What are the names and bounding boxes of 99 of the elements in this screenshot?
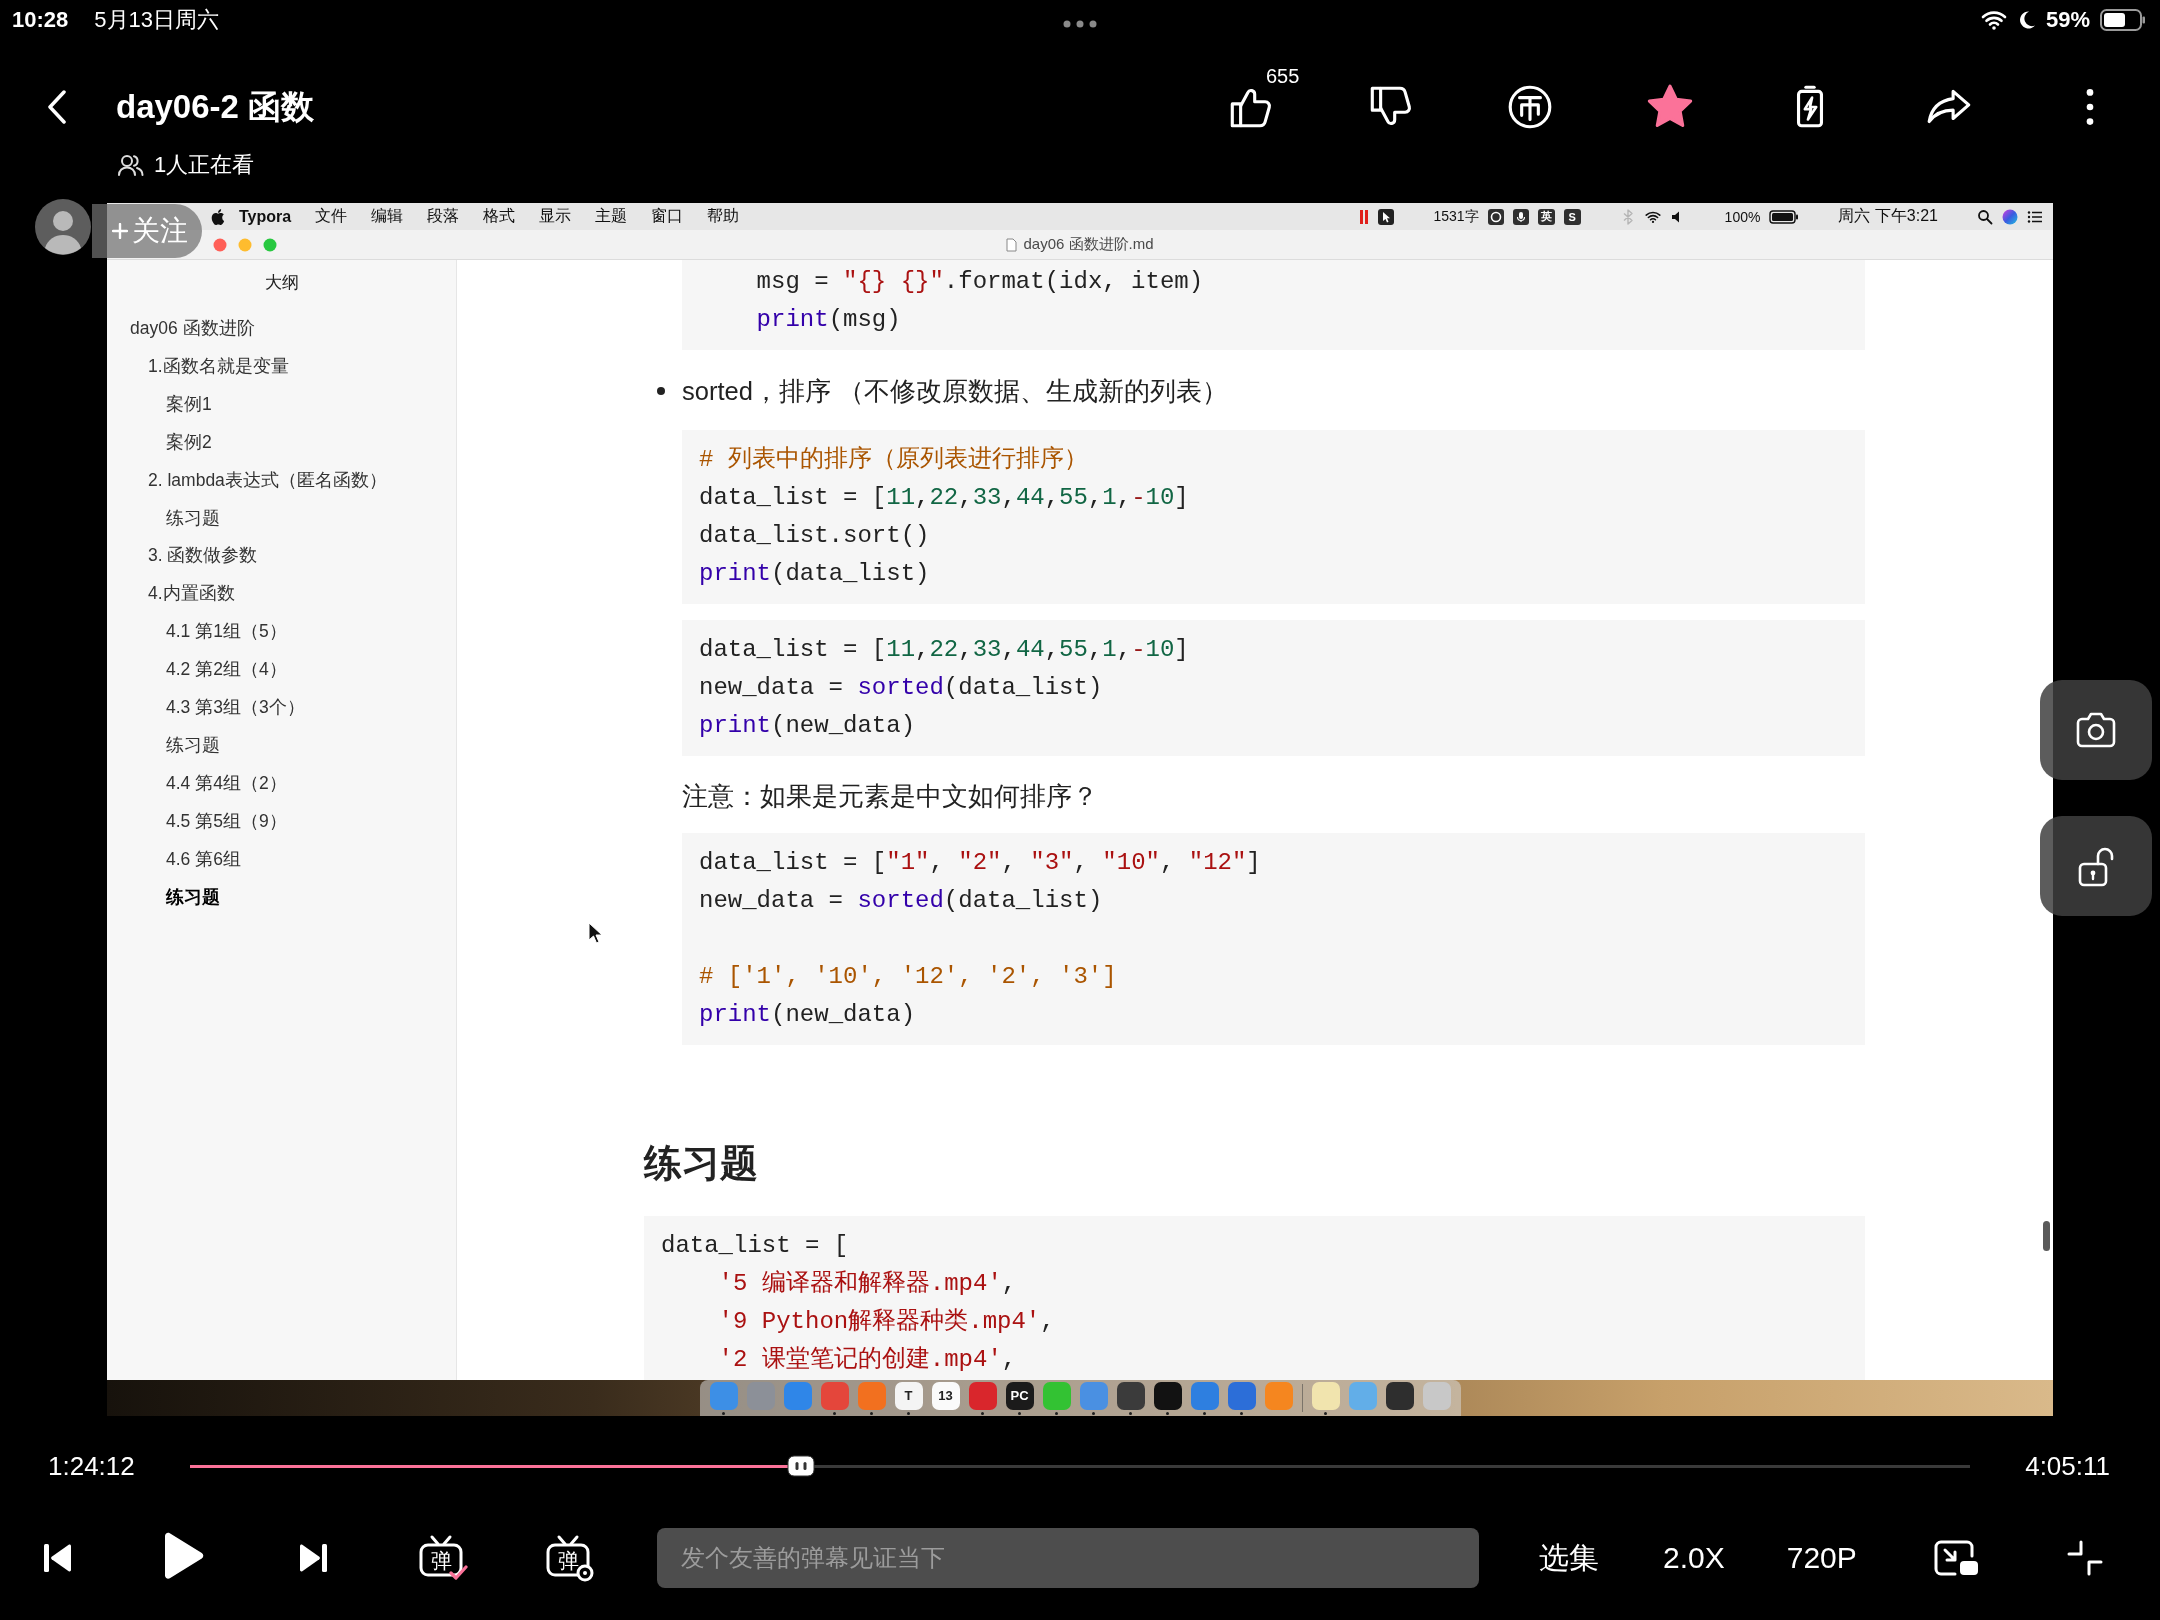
tray-app-indicator[interactable]: S (1563, 208, 1581, 225)
microphone-icon[interactable] (1512, 208, 1529, 225)
code-line: new_data = sorted(data_list) (699, 886, 1104, 916)
outline-item[interactable]: day06 函数进阶 (130, 310, 255, 348)
outline-item[interactable]: 案例1 (166, 385, 212, 424)
menu-item[interactable]: 主题 (595, 206, 628, 227)
exit-fullscreen-icon[interactable] (2066, 1540, 2103, 1576)
pause-icon[interactable] (1359, 208, 1370, 225)
outline-item[interactable]: 4.2 第2组（4） (166, 651, 287, 690)
section-heading: 练习题 (644, 1141, 758, 1186)
people-icon (117, 153, 145, 177)
menu-clock[interactable]: 周六 下午3:21 (1838, 206, 1938, 227)
app-icon[interactable]: T (894, 1381, 923, 1410)
app-icon[interactable] (1153, 1381, 1182, 1410)
code-line: data_list = [11,22,33,44,55,1,-10] (699, 635, 1190, 665)
speed-button[interactable]: 2.0X (1663, 1541, 1725, 1575)
camera-button[interactable] (2040, 680, 2152, 780)
status-time: 10:28 (12, 7, 69, 33)
code-line: print(data_list) (699, 559, 931, 589)
total-duration: 4:05:11 (2024, 1450, 2110, 1482)
outline-item[interactable]: 3. 函数做参数 (148, 537, 258, 576)
quality-button[interactable]: 720P (1786, 1541, 1857, 1575)
outline-item[interactable]: 4.内置函数 (148, 575, 235, 614)
menu-item[interactable]: 显示 (539, 206, 572, 227)
apple-icon[interactable] (211, 208, 225, 225)
lock-button[interactable] (2040, 816, 2152, 916)
app-icon[interactable]: PC (1005, 1381, 1034, 1410)
outline-item[interactable]: 2. lambda表达式（匿名函数） (148, 461, 387, 500)
bullet-icon (657, 387, 665, 395)
status-date: 5月13日周六 (94, 6, 219, 34)
battery-percent: 100% (1724, 208, 1761, 225)
code-line: print(msg) (755, 305, 902, 335)
code-line: data_list = [ (661, 1231, 850, 1261)
menu-item[interactable]: 编辑 (371, 206, 404, 227)
menu-app-name[interactable]: Typora (239, 207, 292, 226)
avatar[interactable] (35, 199, 91, 255)
code-line: new_data = sorted(data_list) (699, 673, 1104, 703)
close-icon[interactable] (213, 237, 227, 252)
viewer-count: 1人正在看 (154, 151, 255, 179)
back-icon[interactable] (47, 90, 67, 124)
menu-item[interactable]: 窗口 (651, 206, 684, 227)
outline-item[interactable]: 练习题 (166, 726, 220, 765)
list-item-text: sorted，排序 （不修改原数据、生成新的列表） (682, 376, 1228, 407)
danmaku-input[interactable]: 发个友善的弹幕见证当下 (657, 1528, 1479, 1588)
input-method-indicator[interactable]: 英 (1537, 208, 1555, 225)
word-count: 1531字 (1433, 207, 1479, 226)
code-line: data_list = ["1", "2", "3", "10", "12"] (699, 848, 1262, 878)
code-line: # 列表中的排序（原列表进行排序） (699, 445, 1089, 475)
outline-item[interactable]: 4.6 第6组 (166, 840, 241, 879)
outline-item[interactable]: 1.函数名就是变量 (148, 347, 289, 386)
search-icon[interactable] (1977, 208, 1993, 225)
app-icon[interactable] (1385, 1381, 1414, 1410)
outline-item[interactable]: 4.1 第1组（5） (166, 613, 287, 652)
outline-item[interactable]: 4.4 第4组（2） (166, 764, 287, 803)
list-icon[interactable] (2027, 208, 2043, 225)
multitasking-dots-icon[interactable] (1062, 19, 1098, 29)
orb-icon[interactable] (2002, 208, 2018, 225)
code-line: data_list.sort() (699, 521, 931, 551)
window-title: day06 函数进阶.md (1023, 235, 1154, 254)
record-tile-icon[interactable] (1487, 208, 1504, 225)
video-title: day06-2 函数 (116, 86, 315, 127)
next-icon[interactable] (298, 1542, 328, 1574)
paragraph: 注意：如果是元素是中文如何排序？ (682, 781, 1098, 812)
code-line: data_list = [11,22,33,44,55,1,-10] (699, 483, 1190, 513)
code-line: print(new_data) (699, 711, 917, 741)
picture-in-picture-icon[interactable] (1932, 1539, 1979, 1577)
code-line: '5 编译器和解释器.mp4', (717, 1269, 1018, 1299)
code-line: # ['1', '10', '12', '2', '3'] (699, 962, 1118, 992)
elapsed-time: 1:24:12 (48, 1450, 136, 1482)
outline-item[interactable]: 4.3 第3组（3个） (166, 689, 305, 727)
plus-icon (112, 223, 128, 239)
code-line: '9 Python解释器种类.mp4', (717, 1307, 1056, 1337)
previous-icon[interactable] (43, 1542, 73, 1574)
code-line: '2 课堂笔记的创建.mp4', (717, 1345, 1018, 1375)
app-icon[interactable] (1116, 1381, 1145, 1410)
menu-item[interactable]: 文件 (315, 206, 348, 227)
wifi-icon (1980, 10, 2007, 30)
cursor-icon (588, 922, 602, 944)
outline-item[interactable]: 案例2 (166, 423, 212, 462)
document-icon (1006, 237, 1018, 252)
battery-percent: 59% (2045, 7, 2090, 33)
code-line: print(new_data) (699, 1000, 917, 1030)
scrollbar-thumb[interactable] (2043, 1221, 2050, 1251)
app-icon[interactable]: 13 (931, 1381, 960, 1410)
sidebar-title: 大纲 (263, 272, 300, 294)
menu-item[interactable]: 格式 (483, 206, 516, 227)
slider-thumb[interactable] (786, 1455, 815, 1477)
outline-item[interactable]: 4.5 第5组（9） (166, 802, 287, 841)
battery-icon (2100, 9, 2146, 31)
episodes-button[interactable]: 选集 (1539, 1537, 1599, 1579)
menu-item[interactable]: 帮助 (707, 206, 740, 227)
cursor-tile-icon[interactable] (1378, 208, 1395, 225)
camera-icon (2074, 711, 2118, 749)
like-count: 655 (1266, 65, 1300, 88)
outline-item[interactable]: 练习题 (166, 499, 220, 538)
code-line: msg = "{} {}".format(idx, item) (755, 267, 1205, 297)
outline-item[interactable]: 练习题 (166, 878, 220, 917)
menu-item[interactable]: 段落 (427, 206, 460, 227)
battery-icon[interactable] (1769, 209, 1800, 224)
